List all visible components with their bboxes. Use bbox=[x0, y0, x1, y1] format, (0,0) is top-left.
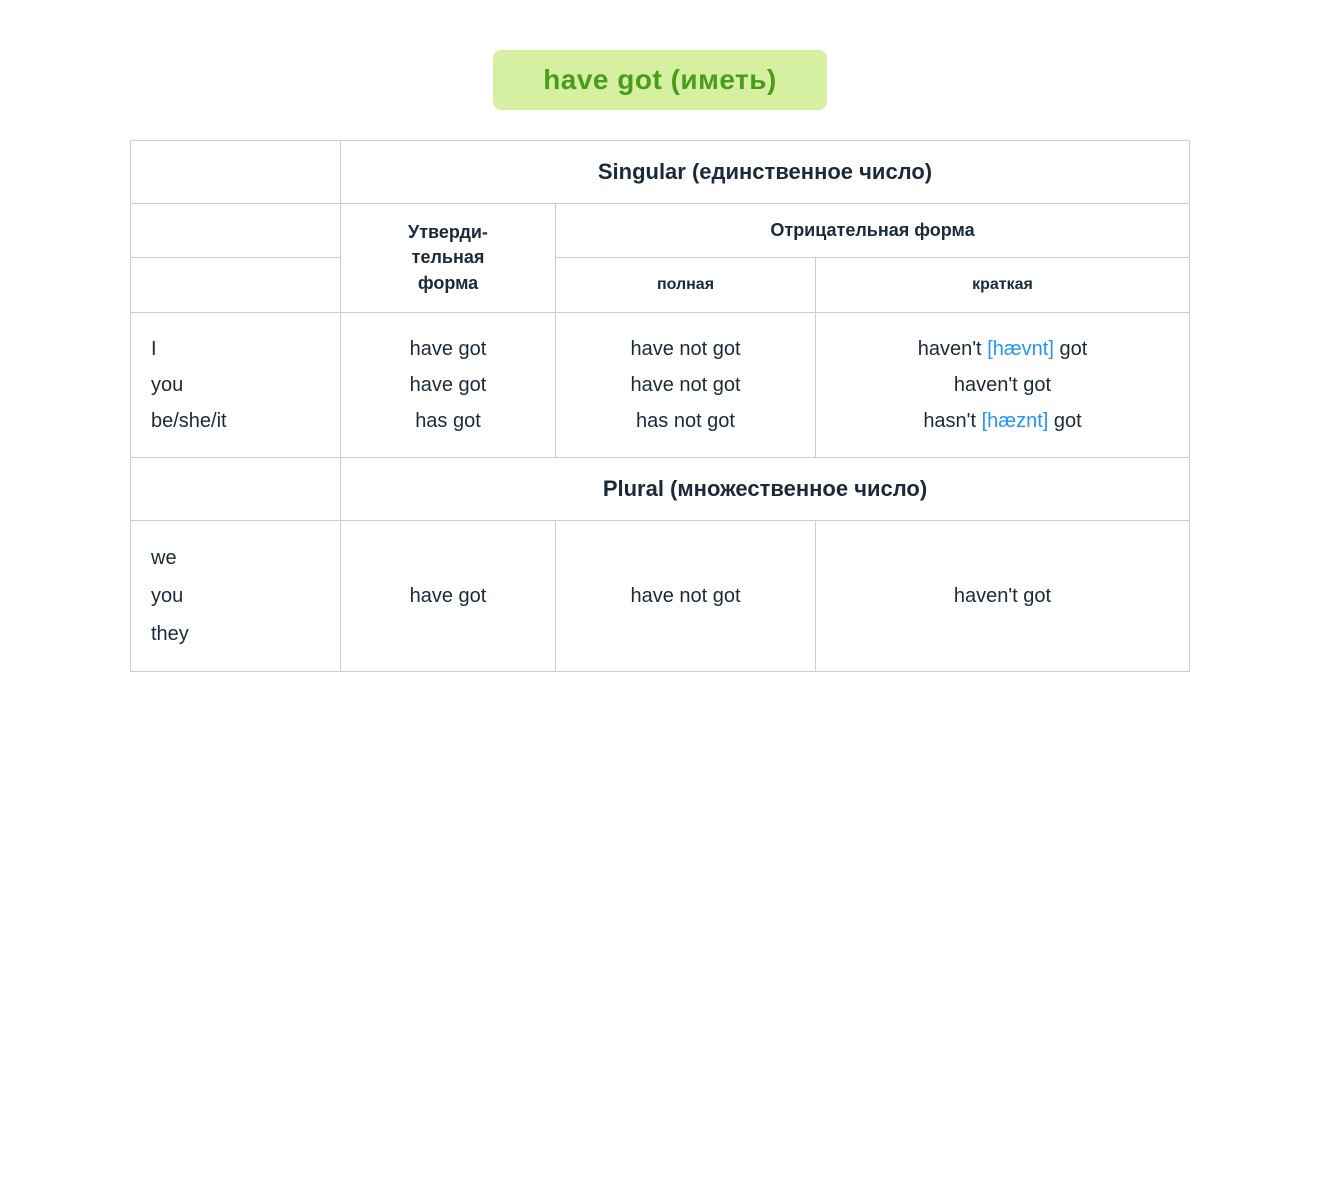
empty-plural-left bbox=[131, 458, 341, 521]
singular-header-row: Singular (единственное число) bbox=[131, 141, 1190, 204]
affirmative-header-text: Утверди-тельнаяформа bbox=[408, 222, 488, 292]
plural-negative-short: haven't got bbox=[816, 521, 1190, 672]
empty-top-left bbox=[131, 141, 341, 204]
singular-pronouns: Iyoube/she/it bbox=[131, 313, 341, 458]
negative-header-main: Отрицательная форма bbox=[556, 204, 1190, 258]
singular-data-row: Iyoube/she/it have gothave gothas got ha… bbox=[131, 313, 1190, 458]
singular-header: Singular (единственное число) bbox=[341, 141, 1190, 204]
title-badge: have got (иметь) bbox=[493, 50, 827, 110]
title-wrapper: have got (иметь) bbox=[130, 50, 1190, 110]
negative-short-subheader: краткая bbox=[816, 258, 1190, 313]
page-container: have got (иметь) Singular (единственное … bbox=[110, 20, 1210, 702]
main-table: Singular (единственное число) Утверди-те… bbox=[130, 140, 1190, 672]
phonetic-haeznt: [hæznt] bbox=[982, 410, 1049, 432]
singular-negative-short: haven't [hævnt] got haven't got hasn't [… bbox=[816, 313, 1190, 458]
phonetic-haevnt: [hævnt] bbox=[987, 338, 1054, 360]
plural-header-row: Plural (множественное число) bbox=[131, 458, 1190, 521]
negative-subheader-row: полная краткая bbox=[131, 258, 1190, 313]
singular-negative-full: have not gothave not gothas not got bbox=[556, 313, 816, 458]
plural-pronouns: weyouthey bbox=[131, 521, 341, 672]
negative-full-subheader: полная bbox=[556, 258, 816, 313]
singular-affirmative: have gothave gothas got bbox=[341, 313, 556, 458]
plural-affirmative: have got bbox=[341, 521, 556, 672]
affirmative-header: Утверди-тельнаяформа bbox=[341, 204, 556, 313]
sub-header-row: Утверди-тельнаяформа Отрицательная форма bbox=[131, 204, 1190, 258]
plural-header: Plural (множественное число) bbox=[341, 458, 1190, 521]
plural-negative-full: have not got bbox=[556, 521, 816, 672]
empty-neg-sub-left bbox=[131, 258, 341, 313]
plural-data-row: weyouthey have got have not got haven't … bbox=[131, 521, 1190, 672]
empty-sub-left bbox=[131, 204, 341, 258]
